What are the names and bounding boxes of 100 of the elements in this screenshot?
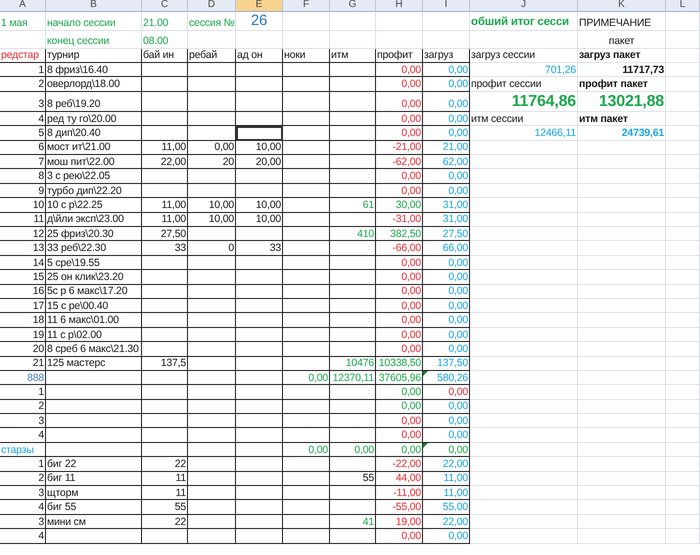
empty-cell — [666, 313, 700, 328]
empty-cell — [142, 400, 188, 414]
empty-cell — [142, 442, 188, 458]
empty-cell — [283, 270, 330, 285]
table-cell: 0,00 — [376, 529, 423, 544]
empty-cell — [188, 442, 236, 458]
table-cell: 55 — [142, 500, 188, 515]
table-cell: 20,00 — [236, 155, 283, 170]
empty-cell — [283, 226, 330, 242]
empty-cell — [666, 385, 700, 400]
empty-cell — [142, 328, 188, 342]
table-cell: 0,00 — [376, 62, 423, 78]
empty-cell — [330, 184, 376, 198]
empty-cell — [666, 256, 700, 270]
empty-cell — [142, 270, 188, 285]
empty-cell — [142, 342, 188, 356]
table-cell: 66,00 — [423, 241, 470, 256]
empty-cell — [142, 414, 188, 428]
table-cell: 137,5 — [142, 356, 188, 371]
table-cell: 0,00 — [423, 313, 470, 328]
table-cell: 33 реб\22.30 — [46, 241, 142, 256]
table-cell: 3 — [0, 92, 46, 112]
column-header[interactable]: L — [666, 0, 700, 12]
table-cell: 2 — [0, 472, 46, 486]
empty-cell — [283, 31, 330, 48]
table-cell: 10338,50 — [376, 356, 423, 371]
table-cell: 33 — [236, 241, 283, 256]
empty-cell — [283, 472, 330, 486]
table-cell: профит — [376, 48, 423, 63]
empty-cell — [423, 12, 470, 31]
empty-cell — [188, 514, 236, 530]
empty-cell — [283, 169, 330, 184]
column-header[interactable]: A — [0, 0, 46, 12]
table-cell: 0,00 — [376, 169, 423, 184]
empty-cell — [142, 62, 188, 78]
table-cell: 5 — [0, 126, 46, 141]
empty-cell — [188, 31, 236, 48]
empty-cell — [142, 298, 188, 314]
table-cell: 0,00 — [423, 62, 470, 78]
empty-cell — [330, 62, 376, 78]
table-cell: оверлорд\18.00 — [46, 77, 142, 92]
empty-cell — [283, 500, 330, 515]
table-cell: 55,00 — [423, 500, 470, 515]
table-cell: 382,50 — [376, 226, 423, 242]
column-header[interactable]: H — [376, 0, 423, 12]
empty-cell — [283, 514, 330, 530]
table-cell: 0,00 — [376, 385, 423, 400]
empty-cell — [283, 342, 330, 356]
empty-cell — [666, 370, 700, 386]
table-cell: 1 мая — [0, 12, 46, 31]
empty-cell — [330, 313, 376, 328]
empty-cell — [283, 12, 330, 31]
empty-cell — [666, 112, 700, 126]
column-header[interactable]: B — [46, 0, 142, 12]
empty-cell — [188, 284, 236, 299]
empty-cell — [666, 457, 700, 472]
table-cell: профит пакет — [578, 77, 666, 92]
table-cell: 10476 — [330, 356, 376, 371]
empty-cell — [283, 385, 330, 400]
empty-cell — [188, 62, 236, 78]
table-cell: загруз — [423, 48, 470, 63]
empty-cell — [142, 370, 188, 386]
empty-cell — [188, 313, 236, 328]
table-cell: 21 — [0, 356, 46, 371]
selected-cell[interactable] — [236, 126, 283, 141]
table-cell: 33 — [142, 241, 188, 256]
table-cell: 17 — [0, 298, 46, 314]
table-cell: 27,50 — [423, 226, 470, 242]
empty-cell — [666, 486, 700, 500]
empty-cell — [283, 328, 330, 342]
table-cell: 0,00 — [423, 284, 470, 299]
table-cell: 410 — [330, 226, 376, 242]
empty-cell — [666, 12, 700, 31]
table-cell: 5с р 6 макс\17.20 — [46, 284, 142, 299]
empty-cell — [330, 385, 376, 400]
table-cell: биг 55 — [46, 500, 142, 515]
table-cell: 580,26 — [423, 370, 470, 386]
column-header[interactable]: K — [578, 0, 666, 12]
empty-cell — [330, 92, 376, 112]
column-header[interactable]: D — [188, 0, 236, 12]
table-cell: 10,00 — [188, 212, 236, 227]
empty-cell — [283, 256, 330, 270]
empty-cell — [330, 486, 376, 500]
empty-cell — [283, 298, 330, 314]
column-header[interactable]: I — [423, 0, 470, 12]
table-cell: 44,00 — [376, 472, 423, 486]
empty-cell — [666, 198, 700, 213]
column-header[interactable]: J — [470, 0, 578, 12]
column-header[interactable]: C — [142, 0, 188, 12]
table-cell: 4 — [0, 500, 46, 515]
empty-cell — [188, 92, 236, 112]
empty-cell — [283, 356, 330, 371]
table-cell: итм сессии — [470, 112, 578, 126]
column-header[interactable]: G — [330, 0, 376, 12]
column-header[interactable]: E — [236, 0, 283, 12]
empty-cell — [188, 500, 236, 515]
table-cell: 55 — [330, 472, 376, 486]
table-cell: 10 с р\22.25 — [46, 198, 142, 213]
empty-cell — [283, 428, 330, 443]
column-header[interactable]: F — [283, 0, 330, 12]
